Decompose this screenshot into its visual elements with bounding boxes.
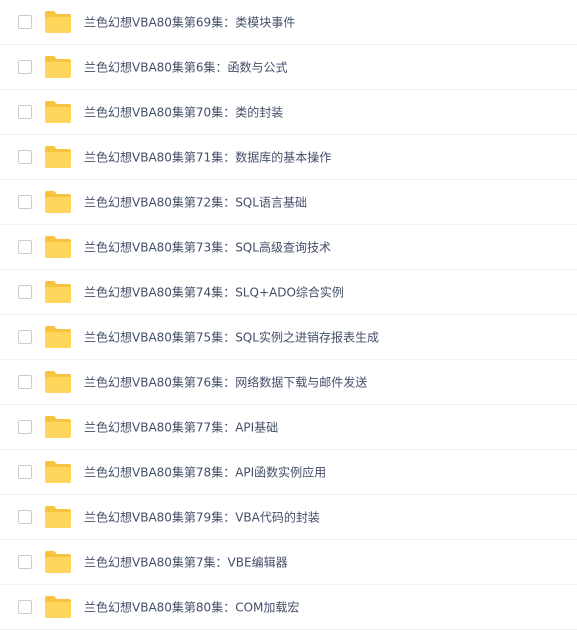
row-checkbox[interactable] xyxy=(18,330,32,344)
row-checkbox[interactable] xyxy=(18,600,32,614)
row-checkbox[interactable] xyxy=(18,105,32,119)
row-checkbox[interactable] xyxy=(18,240,32,254)
file-row[interactable]: 兰色幻想VBA80集第6集：函数与公式 xyxy=(0,45,577,90)
file-row[interactable]: 兰色幻想VBA80集第75集：SQL实例之进销存报表生成 xyxy=(0,315,577,360)
folder-icon xyxy=(44,190,72,214)
row-checkbox[interactable] xyxy=(18,465,32,479)
row-checkbox[interactable] xyxy=(18,420,32,434)
file-name-link[interactable]: 兰色幻想VBA80集第75集：SQL实例之进销存报表生成 xyxy=(84,329,379,346)
folder-icon xyxy=(44,370,72,394)
file-list: 兰色幻想VBA80集第69集：类模块事件 兰色幻想VBA80集第6集：函数与公式兰… xyxy=(0,0,577,630)
file-row[interactable]: 兰色幻想VBA80集第73集：SQL高级查询技术 xyxy=(0,225,577,270)
file-row[interactable]: 兰色幻想VBA80集第76集：网络数据下载与邮件发送 xyxy=(0,360,577,405)
file-name-link[interactable]: 兰色幻想VBA80集第74集：SLQ+ADO综合实例 xyxy=(84,284,344,301)
file-name-link[interactable]: 兰色幻想VBA80集第78集：API函数实例应用 xyxy=(84,464,326,481)
file-row[interactable]: 兰色幻想VBA80集第69集：类模块事件 xyxy=(0,0,577,45)
file-row[interactable]: 兰色幻想VBA80集第71集：数据库的基本操作 xyxy=(0,135,577,180)
file-row[interactable]: 兰色幻想VBA80集第74集：SLQ+ADO综合实例 xyxy=(0,270,577,315)
file-name-link[interactable]: 兰色幻想VBA80集第79集：VBA代码的封装 xyxy=(84,509,320,526)
file-row[interactable]: 兰色幻想VBA80集第80集：COM加载宏 xyxy=(0,585,577,630)
file-row[interactable]: 兰色幻想VBA80集第78集：API函数实例应用 xyxy=(0,450,577,495)
file-row[interactable]: 兰色幻想VBA80集第7集：VBE编辑器 xyxy=(0,540,577,585)
file-name-link[interactable]: 兰色幻想VBA80集第73集：SQL高级查询技术 xyxy=(84,239,331,256)
folder-icon xyxy=(44,415,72,439)
file-name-link[interactable]: 兰色幻想VBA80集第6集：函数与公式 xyxy=(84,59,288,76)
row-checkbox[interactable] xyxy=(18,510,32,524)
row-checkbox[interactable] xyxy=(18,150,32,164)
file-name-link[interactable]: 兰色幻想VBA80集第80集：COM加载宏 xyxy=(84,599,299,616)
file-name-link[interactable]: 兰色幻想VBA80集第77集：API基础 xyxy=(84,419,278,436)
file-name-link[interactable]: 兰色幻想VBA80集第72集：SQL语言基础 xyxy=(84,194,307,211)
file-name-link[interactable]: 兰色幻想VBA80集第71集：数据库的基本操作 xyxy=(84,149,331,166)
row-checkbox[interactable] xyxy=(18,375,32,389)
row-checkbox[interactable] xyxy=(18,195,32,209)
row-checkbox[interactable] xyxy=(18,15,32,29)
folder-icon xyxy=(44,460,72,484)
folder-icon xyxy=(44,235,72,259)
file-name-link[interactable]: 兰色幻想VBA80集第70集：类的封装 xyxy=(84,104,283,121)
file-row[interactable]: 兰色幻想VBA80集第72集：SQL语言基础 xyxy=(0,180,577,225)
folder-icon xyxy=(44,505,72,529)
file-row[interactable]: 兰色幻想VBA80集第70集：类的封装 xyxy=(0,90,577,135)
row-checkbox[interactable] xyxy=(18,555,32,569)
file-row[interactable]: 兰色幻想VBA80集第79集：VBA代码的封装 xyxy=(0,495,577,540)
row-checkbox[interactable] xyxy=(18,285,32,299)
folder-icon xyxy=(44,10,72,34)
folder-icon xyxy=(44,100,72,124)
folder-icon xyxy=(44,325,72,349)
file-name-link[interactable]: 兰色幻想VBA80集第76集：网络数据下载与邮件发送 xyxy=(84,374,367,391)
file-name-link[interactable]: 兰色幻想VBA80集第69集：类模块事件 xyxy=(84,14,295,31)
folder-icon xyxy=(44,145,72,169)
folder-icon xyxy=(44,595,72,619)
folder-icon xyxy=(44,55,72,79)
folder-icon xyxy=(44,280,72,304)
folder-icon xyxy=(44,550,72,574)
file-name-link[interactable]: 兰色幻想VBA80集第7集：VBE编辑器 xyxy=(84,554,288,571)
row-checkbox[interactable] xyxy=(18,60,32,74)
file-row[interactable]: 兰色幻想VBA80集第77集：API基础 xyxy=(0,405,577,450)
